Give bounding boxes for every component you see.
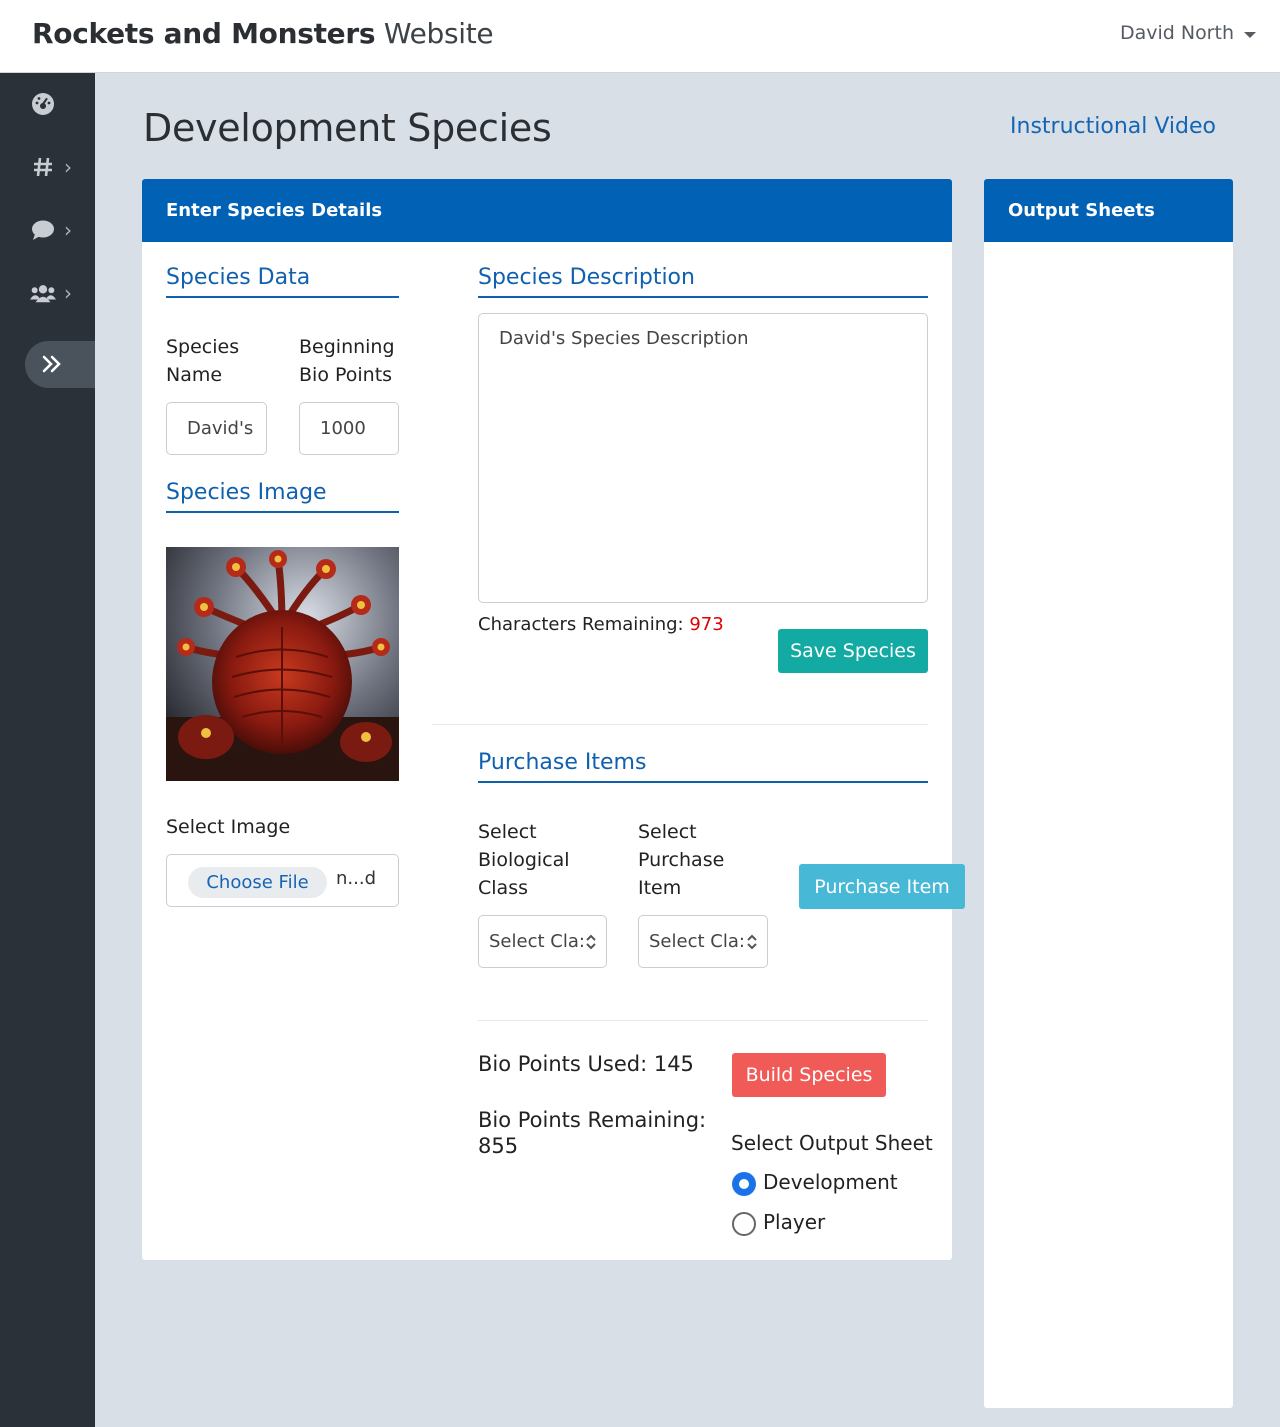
purchase-item-select-value: Select Cla: [649,931,745,952]
select-image-label: Select Image [166,816,291,838]
page-title: Development Species [143,106,552,150]
sidebar-item-dashboard[interactable] [0,81,95,127]
purchase-items-title: Purchase Items [478,750,928,783]
radio-label-player: Player [763,1210,826,1234]
chevron-right-icon: › [64,155,72,179]
save-species-button[interactable]: Save Species [778,629,928,673]
image-file-input[interactable]: Choose File n...d [166,854,399,907]
radio-option-development[interactable]: Development [732,1170,922,1198]
select-purchase-item-label: Select Purchase Item [638,821,725,899]
radio-label-development: Development [763,1170,898,1194]
instructional-video-link[interactable]: Instructional Video [1010,114,1216,139]
bio-points-remaining-label: Bio Points Remaining: [478,1108,707,1132]
radio-option-player[interactable]: Player [732,1210,922,1238]
bio-points-input[interactable]: 1000 [299,402,399,455]
sidebar-item-hashtag[interactable]: › [0,144,95,190]
user-name: David North [1119,22,1234,44]
users-icon [30,280,56,306]
radio-unselected-icon[interactable] [732,1212,756,1236]
species-name-input[interactable]: David's [166,402,267,455]
double-chevron-right-icon [41,353,63,379]
characters-remaining: Characters Remaining: 973 [478,611,724,639]
species-name-label: Species Name [166,336,240,386]
species-details-card: Enter Species Details Species Data Speci… [142,179,965,1260]
section-divider [478,1020,928,1021]
purchase-item-button[interactable]: Purchase Item [799,864,965,909]
species-image [166,547,399,781]
hashtag-icon [30,154,56,180]
chat-bubble-icon [30,217,56,243]
choose-file-button[interactable]: Choose File [188,867,327,898]
select-arrows-icon [747,934,757,950]
caret-down-icon [1244,31,1256,38]
bio-class-select[interactable]: Select Cla: [478,915,607,968]
output-sheets-card: Output Sheets [984,179,1233,1408]
chevron-right-icon: › [64,281,72,305]
section-divider [432,724,928,725]
dashboard-icon [30,91,56,117]
bio-points-used: Bio Points Used: 145 [478,1052,694,1076]
chevron-right-icon: › [64,218,72,242]
species-description-textarea[interactable]: David's Species Description [478,313,928,603]
output-sheet-label: Select Output Sheet [731,1131,933,1155]
select-bio-class-label: Select Biological Class [478,821,570,899]
characters-remaining-label: Characters Remaining: [478,614,684,635]
species-description-title: Species Description [478,265,928,298]
species-details-header: Enter Species Details [142,179,952,242]
bio-class-select-value: Select Cla: [489,931,585,952]
characters-remaining-value: 973 [689,614,724,635]
species-data-title: Species Data [166,265,399,298]
sidebar: › › › [0,73,95,1427]
sidebar-item-users[interactable]: › [0,270,95,316]
top-navbar: Rockets and Monsters Website David North [0,0,1280,73]
output-sheets-header: Output Sheets [984,179,1233,242]
radio-selected-icon[interactable] [732,1172,756,1196]
select-arrows-icon [586,934,596,950]
brand-name: Rockets and Monsters [32,17,376,50]
brand-suffix: Website [383,17,494,50]
bio-points-remaining: Bio Points Remaining: 855 [478,1107,706,1159]
species-image-title: Species Image [166,480,399,513]
file-name: n...d [336,868,376,889]
bio-points-remaining-value: 855 [478,1134,519,1158]
brand-title[interactable]: Rockets and Monsters Website [32,16,494,52]
user-menu[interactable]: David North [1120,22,1256,44]
bio-points-label: Beginning Bio Points [299,336,395,386]
purchase-item-select[interactable]: Select Cla: [638,915,768,968]
sidebar-item-toggle[interactable] [25,341,95,388]
build-species-button[interactable]: Build Species [732,1053,886,1097]
sidebar-item-chat[interactable]: › [0,207,95,253]
